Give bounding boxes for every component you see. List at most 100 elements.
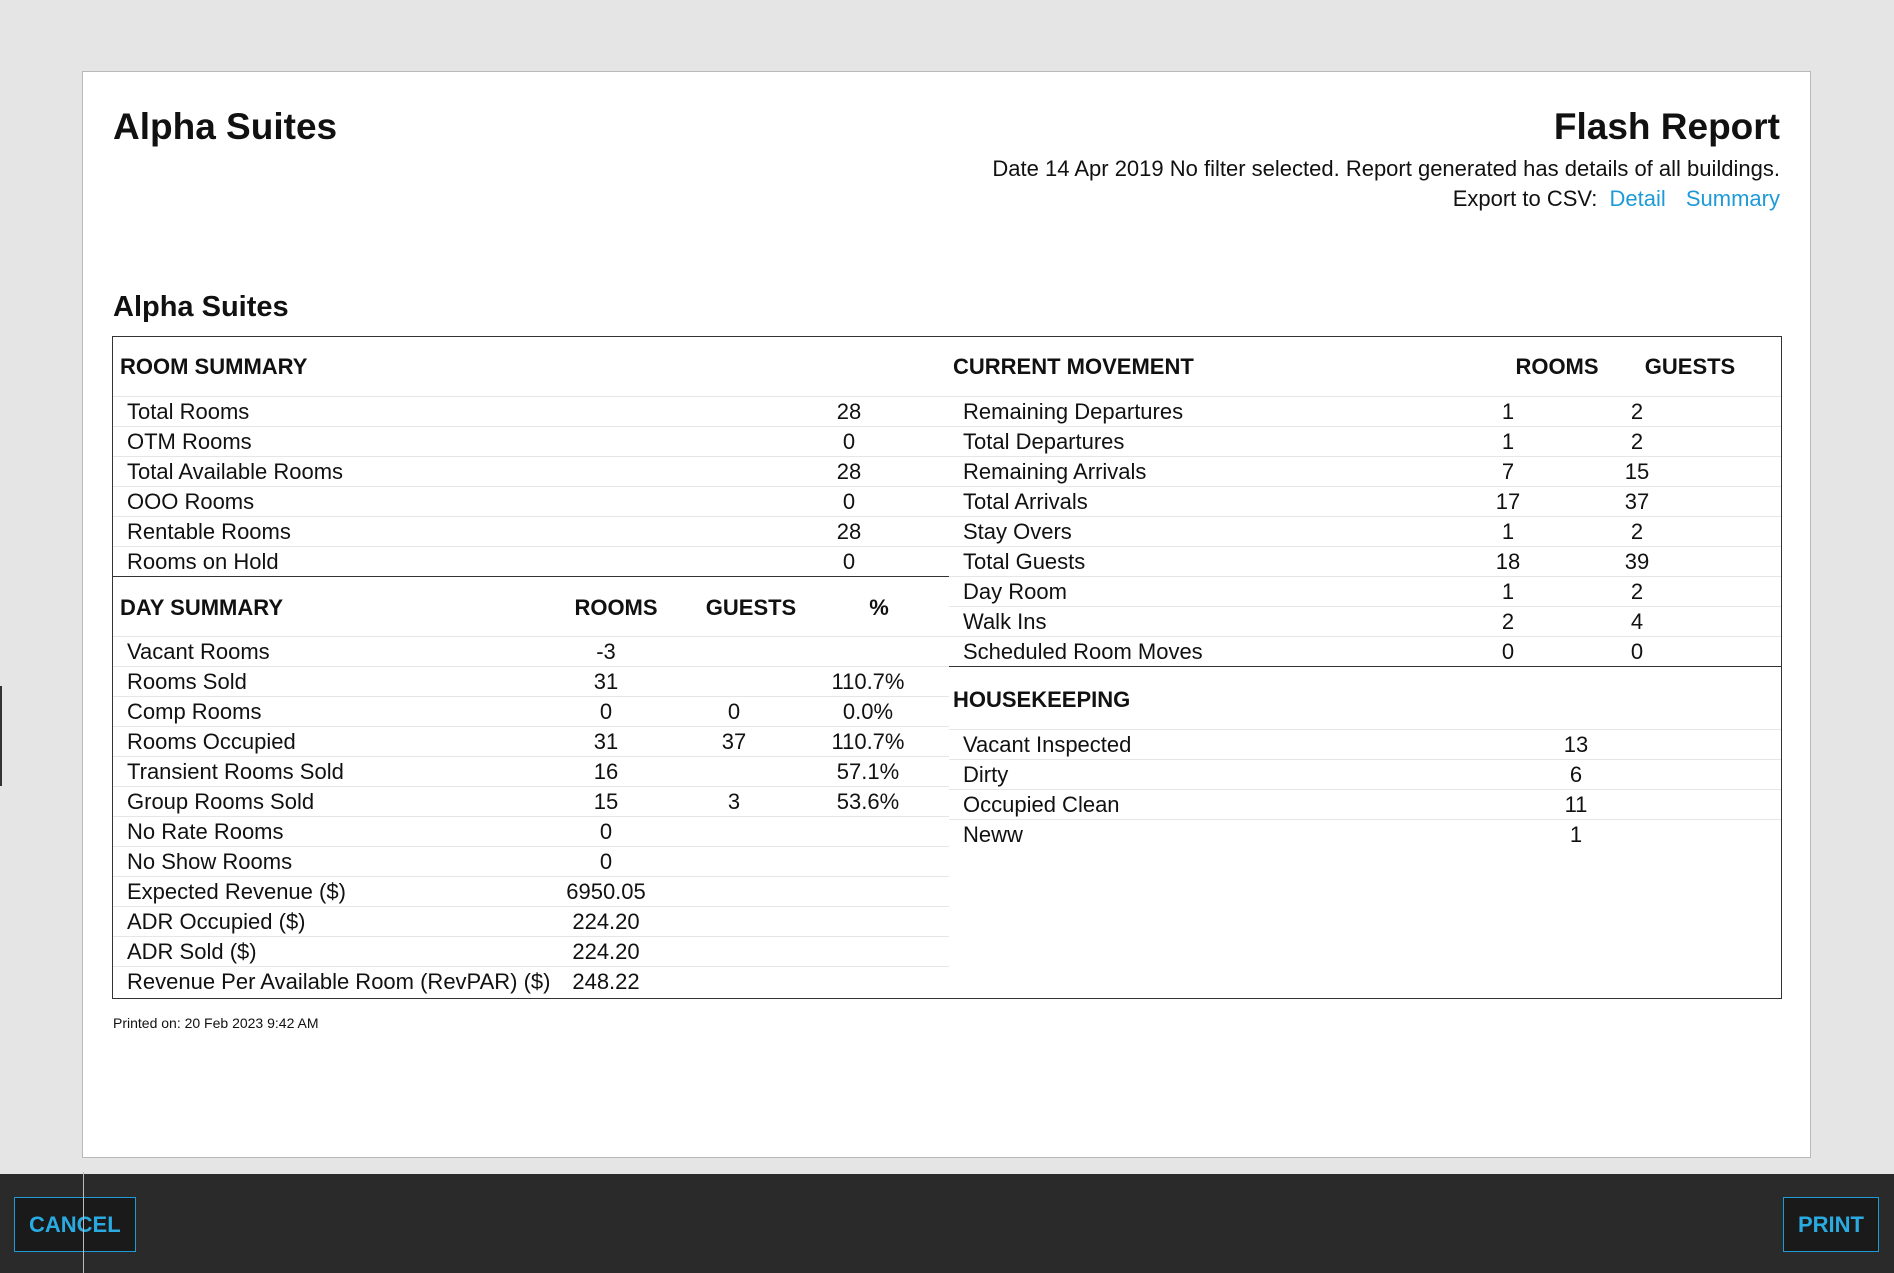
- row-guests: 37: [721, 729, 747, 754]
- export-label: Export to CSV:: [1452, 186, 1598, 211]
- table-row: ADR Occupied ($) 224.20: [113, 906, 949, 936]
- report-description: Date 14 Apr 2019 No filter selected. Rep…: [992, 156, 1780, 181]
- row-rooms: 15: [593, 789, 619, 814]
- row-rooms: 1: [1501, 399, 1515, 424]
- table-row: Total Guests 18 39: [949, 546, 1781, 576]
- row-label: Total Available Rooms: [127, 459, 344, 484]
- row-label: Rentable Rooms: [127, 519, 291, 544]
- row-value: 0: [842, 489, 856, 514]
- row-guests: 37: [1624, 489, 1650, 514]
- divider: [113, 576, 949, 577]
- table-row: Total Arrivals 17 37: [949, 486, 1781, 516]
- section-title: Alpha Suites: [113, 291, 289, 323]
- row-pct: 110.7%: [831, 729, 905, 754]
- row-value: 0: [842, 549, 856, 574]
- row-label: Neww: [963, 822, 1023, 847]
- row-label: No Show Rooms: [127, 849, 293, 874]
- room-summary-header: ROOM SUMMARY: [120, 354, 308, 379]
- table-row: Dirty 6: [949, 759, 1781, 789]
- table-row: Total Rooms 28: [113, 396, 949, 426]
- row-guests: 2: [1630, 429, 1644, 454]
- row-label: Total Guests: [963, 549, 1086, 574]
- row-rooms: 0: [599, 819, 613, 844]
- table-row: Rentable Rooms 28: [113, 516, 949, 546]
- table-row: Day Room 1 2: [949, 576, 1781, 606]
- print-button[interactable]: PRINT: [1783, 1197, 1879, 1252]
- row-label: Group Rooms Sold: [127, 789, 315, 814]
- row-label: Day Room: [963, 579, 1067, 604]
- cancel-button[interactable]: CANCEL: [14, 1197, 136, 1252]
- table-row: Rooms on Hold 0: [113, 546, 949, 576]
- current-movement-header: CURRENT MOVEMENT: [953, 354, 1194, 379]
- export-summary-link[interactable]: Summary: [1686, 186, 1780, 211]
- row-guests: 15: [1624, 459, 1650, 484]
- hotel-name: Alpha Suites: [113, 106, 338, 147]
- table-row: Neww 1: [949, 819, 1781, 849]
- row-label: Total Rooms: [127, 399, 250, 424]
- row-rooms: 6950.05: [566, 879, 646, 904]
- row-rooms: 0: [599, 849, 613, 874]
- row-label: Remaining Arrivals: [963, 459, 1147, 484]
- cursor-line: [83, 1172, 84, 1273]
- row-label: ADR Sold ($): [127, 939, 257, 964]
- report-table: ROOM SUMMARY Total Rooms 28 OTM Rooms 0 Tota…: [112, 336, 1782, 999]
- row-label: Stay Overs: [963, 519, 1072, 544]
- row-rooms: 2: [1501, 609, 1515, 634]
- table-row: Transient Rooms Sold 16 57.1%: [113, 756, 949, 786]
- table-row: Vacant Rooms -3: [113, 636, 949, 666]
- row-rooms: 248.22: [572, 969, 640, 994]
- row-value: 28: [836, 519, 862, 544]
- row-value: 11: [1564, 792, 1588, 817]
- row-label: Occupied Clean: [963, 792, 1120, 817]
- day-summary-header: DAY SUMMARY: [120, 595, 283, 620]
- row-label: Scheduled Room Moves: [963, 639, 1203, 664]
- row-value: 28: [836, 459, 862, 484]
- table-row: Revenue Per Available Room (RevPAR) ($) 2…: [113, 966, 949, 996]
- row-label: No Rate Rooms: [127, 819, 284, 844]
- row-guests: 0: [1630, 639, 1644, 664]
- row-value: 1: [1569, 822, 1583, 847]
- divider: [949, 666, 1781, 667]
- row-value: 6: [1569, 762, 1583, 787]
- row-label: Rooms Sold: [127, 669, 247, 694]
- row-value: 28: [836, 399, 862, 424]
- row-label: OTM Rooms: [127, 429, 252, 454]
- printed-on-note: Printed on: 20 Feb 2023 9:42 AM: [113, 1015, 319, 1031]
- window-edge: [0, 686, 2, 786]
- table-row: Total Departures 1 2: [949, 426, 1781, 456]
- row-rooms: 16: [593, 759, 619, 784]
- table-row: No Show Rooms 0: [113, 846, 949, 876]
- export-detail-link[interactable]: Detail: [1610, 186, 1666, 211]
- row-guests: 39: [1624, 549, 1650, 574]
- row-pct: 110.7%: [831, 669, 905, 694]
- table-row: Scheduled Room Moves 0 0: [949, 636, 1781, 666]
- day-summary-col-guests: GUESTS: [705, 595, 797, 620]
- row-rooms: 7: [1501, 459, 1515, 484]
- day-summary-col-rooms: ROOMS: [574, 595, 658, 620]
- table-row: Remaining Arrivals 7 15: [949, 456, 1781, 486]
- table-row: Comp Rooms 0 0 0.0%: [113, 696, 949, 726]
- row-rooms: 1: [1501, 429, 1515, 454]
- row-label: Remaining Departures: [963, 399, 1184, 424]
- row-label: Rooms on Hold: [127, 549, 279, 574]
- report-title: Flash Report: [1553, 106, 1780, 147]
- row-guests: 3: [727, 789, 741, 814]
- row-label: Dirty: [963, 762, 1009, 787]
- row-label: Revenue Per Available Room (RevPAR) ($): [127, 969, 551, 994]
- current-movement-col-guests: GUESTS: [1644, 354, 1736, 379]
- row-label: Comp Rooms: [127, 699, 262, 724]
- row-rooms: 0: [599, 699, 613, 724]
- housekeeping-header: HOUSEKEEPING: [953, 687, 1131, 712]
- row-value: 0: [842, 429, 856, 454]
- row-pct: 53.6%: [836, 789, 900, 814]
- report-sheet: Alpha Suites Flash Report Date 14 Apr 20…: [82, 71, 1811, 1158]
- row-guests: 4: [1630, 609, 1644, 634]
- table-row: Occupied Clean 11: [949, 789, 1781, 819]
- day-summary-col-pct: %: [869, 595, 889, 620]
- table-row: ADR Sold ($) 224.20: [113, 936, 949, 966]
- row-guests: 2: [1630, 399, 1644, 424]
- table-row: Total Available Rooms 28: [113, 456, 949, 486]
- row-pct: 0.0%: [842, 699, 894, 724]
- row-label: Walk Ins: [963, 609, 1047, 634]
- row-rooms: 31: [593, 729, 619, 754]
